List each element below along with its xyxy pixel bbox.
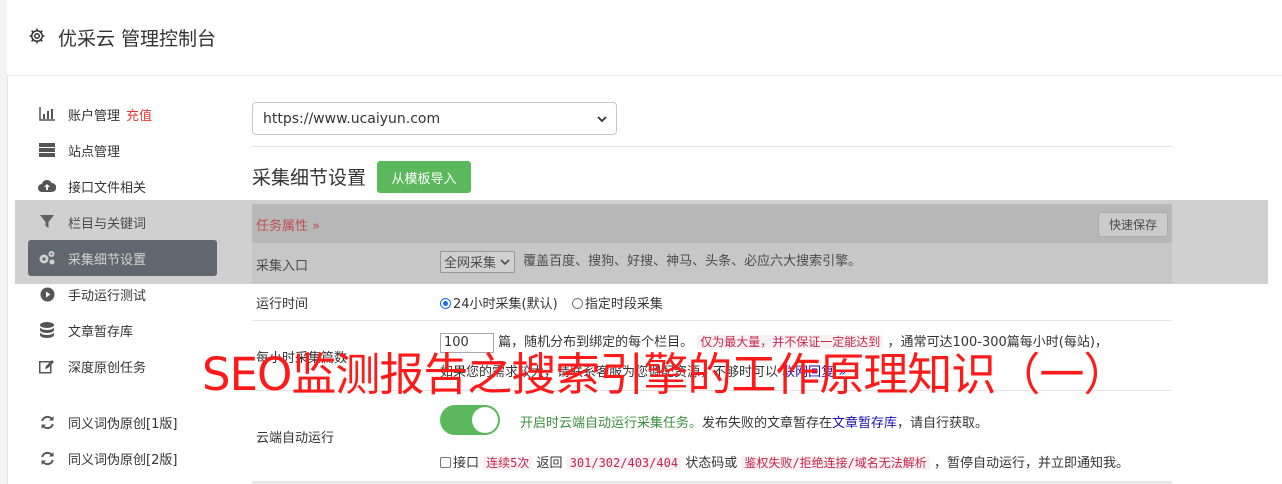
site-select[interactable]: https://www.ucaiyun.com [252,102,617,135]
bar-chart-icon [38,106,56,122]
divider [252,146,1172,147]
toggle-knob [472,407,498,433]
cloud-text-d: 状态码或 [685,456,738,471]
refresh-icon [38,450,56,466]
page-title: 优采云 管理控制台 [58,28,217,50]
cloud-run-options: 接口 连续5次 返回 301/302/403/404 状态码或 鉴权失败/拒绝连… [440,452,1129,471]
chevron-down-icon [597,116,607,123]
sidebar-item-synonym-v1[interactable]: 同义词伪原创[1版] [28,404,217,440]
watermark-overlay-title: SEO监测报告之搜索引擎的工作原理知识（一） [202,348,1128,401]
cloud-text-e: ，暂停自动运行，并立即通知我。 [933,456,1129,471]
row-label: 运行时间 [256,297,309,312]
highlight-overlay-band [15,200,1268,284]
sidebar-item-interface[interactable]: 接口文件相关 [28,168,217,204]
row-cloud-run: 云端自动运行 开启时云端自动运行采集任务。发布失败的文章暂存在文章暂存库，请自行… [252,391,1172,481]
section-title: 采集细节设置 [252,167,367,189]
radio-scheduled[interactable] [571,298,583,309]
sidebar-item-label: 同义词伪原创[2版] [68,452,178,468]
checkbox-label: 接口 [453,456,480,471]
cloud-upload-icon [38,178,56,194]
sidebar-item-label: 手动运行测试 [68,288,147,304]
play-circle-icon [38,286,56,302]
sidebar-item-synonym-v2[interactable]: 同义词伪原创[2版] [28,440,217,476]
cloud-text-b: ，请自行获取。 [897,416,989,431]
row-run-time: 运行时间 24小时采集(默认) 指定时段采集 [252,283,1172,321]
sidebar-item-deep-original[interactable]: 深度原创任务 [28,348,217,384]
sidebar-item-account[interactable]: 账户管理 充值 [28,96,217,132]
code-consecutive: 连续5次 [483,456,533,470]
sidebar-item-label: 文章暂存库 [68,324,134,340]
code-status: 301/302/403/404 [566,456,682,470]
sidebar-item-label: 同义词伪原创[1版] [68,416,178,432]
radio-scheduled-label: 指定时段采集 [584,297,663,312]
row-label: 云端自动运行 [256,431,335,446]
article-store-link[interactable]: 文章暂存库 [832,416,897,431]
gear-icon [29,28,45,44]
sidebar-item-label: 深度原创任务 [68,360,147,376]
sidebar-item-label: 站点管理 [68,144,121,160]
sidebar-item-label: 账户管理 [68,108,121,124]
refresh-icon [38,414,56,430]
pause-on-error-checkbox[interactable] [440,457,451,468]
cloud-run-toggle[interactable] [440,405,500,435]
site-select-value: https://www.ucaiyun.com [263,110,441,127]
edit-icon [38,358,56,374]
sidebar-item-sites[interactable]: 站点管理 [28,132,217,168]
sidebar-item-label: 接口文件相关 [68,180,147,196]
code-errors: 鉴权失败/拒绝连接/域名无法解析 [741,456,930,470]
radio-24h[interactable] [440,298,451,309]
cloud-toggle-text: 开启时云端自动运行采集任务。 [520,416,703,431]
radio-24h-label: 24小时采集(默认) [453,297,558,312]
sidebar: 账户管理 充值 站点管理 接口文件相关 栏目与关键词 采集细节设置 手动运行测试 [28,96,217,476]
import-template-button[interactable]: 从模板导入 [377,161,471,193]
cloud-text-a: 发布失败的文章暂存在 [702,416,833,431]
sidebar-divider [28,384,217,404]
row-content: 24小时采集(默认) 指定时段采集 [440,293,663,312]
server-icon [38,142,56,158]
sidebar-item-article-store[interactable]: 文章暂存库 [28,312,217,348]
cloud-run-desc: 开启时云端自动运行采集任务。发布失败的文章暂存在文章暂存库，请自行获取。 [520,412,988,431]
top-header: 优采云 管理控制台 [7,0,1282,76]
cloud-text-c: 返回 [536,456,563,471]
database-icon [38,322,56,338]
recharge-link[interactable]: 充值 [126,105,152,124]
